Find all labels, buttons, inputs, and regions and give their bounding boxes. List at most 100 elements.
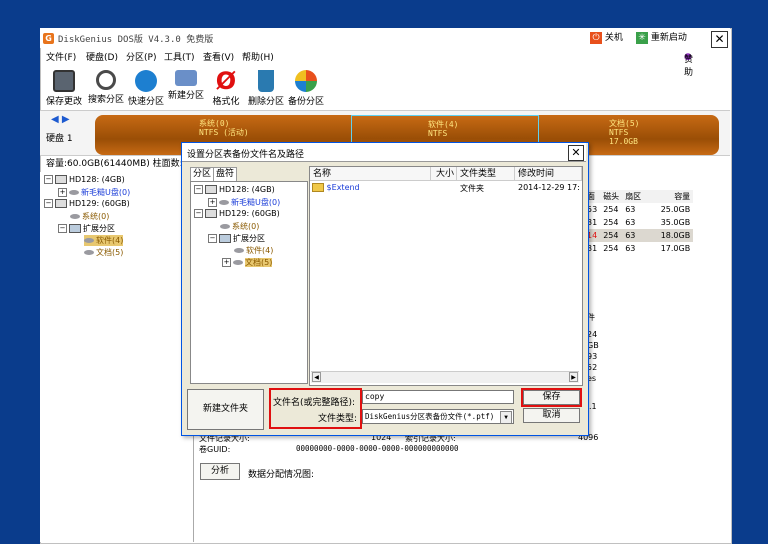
table-row[interactable]: 53 254 63 25.0GB	[584, 203, 693, 216]
segment-system-fs: NTFS (活动)	[199, 128, 249, 137]
col-modified[interactable]: 修改时间	[515, 167, 582, 181]
dtree-item-documents[interactable]: + 文档(5)	[222, 257, 273, 268]
restart-icon: ✳	[636, 31, 648, 44]
highlight-save	[521, 388, 582, 407]
close-window-button[interactable]: ✕	[711, 31, 728, 48]
disk-label: 硬盘 1	[46, 134, 73, 144]
delete-partition-button[interactable]: 删除分区	[246, 66, 286, 107]
segment-software-fs: NTFS	[428, 129, 448, 138]
partition-icon	[84, 238, 94, 243]
backup-partition-button[interactable]: 备份分区	[286, 66, 326, 107]
dialog-close-button[interactable]: ✕	[568, 145, 584, 161]
search-partition-button[interactable]: 搜索分区	[86, 66, 126, 105]
table-row[interactable]: 31 254 63 17.0GB	[584, 242, 693, 255]
dialog-title: 设置分区表备份文件名及路径	[187, 150, 305, 160]
disk-tree: − HD128: (4GB) + 新毛糙U盘(0) − HD129: (60GB) 系…	[40, 172, 194, 542]
col-name[interactable]: 名称	[310, 167, 431, 181]
col-size[interactable]: 大小	[431, 167, 457, 181]
partition-icon	[234, 248, 244, 253]
tree-item-software[interactable]: 软件(4)	[84, 235, 124, 246]
partition-table: 面 磁头 扇区 容量 53 254 63 25.0GB 31 254 63 35.0GB 1…	[584, 190, 694, 255]
file-list: 名称 大小 文件类型 修改时间 $Extend 文件夹 2014-12-29 1…	[309, 166, 583, 386]
segment-documents-size: 17.0GB	[609, 137, 638, 146]
guid-value: 00000000-0000-0000-0000-000000000000	[296, 444, 459, 453]
cancel-button[interactable]: 取消	[523, 408, 580, 423]
shutdown-label: 关机	[604, 33, 623, 43]
format-button[interactable]: Ø 格式化	[206, 66, 246, 107]
filename-input[interactable]: copy	[362, 390, 514, 404]
extended-partition-icon	[219, 234, 231, 243]
partition-icon	[220, 224, 230, 229]
horizontal-scrollbar[interactable]: ◀ ▶	[311, 371, 579, 383]
table-row[interactable]: 14 254 63 18.0GB	[584, 229, 694, 242]
scroll-right-icon[interactable]: ▶	[569, 372, 578, 382]
tree-item-hd128[interactable]: − HD128: (4GB)	[44, 175, 125, 184]
scroll-left-icon[interactable]: ◀	[312, 372, 321, 382]
save-changes-button[interactable]: 保存更改	[44, 66, 84, 107]
dtree-item-system[interactable]: 系统(0)	[220, 221, 259, 232]
partition-icon	[84, 250, 94, 255]
trash-icon	[258, 70, 274, 92]
format-icon: Ø	[215, 67, 237, 95]
col-type[interactable]: 文件类型	[457, 167, 515, 181]
segment-documents-name: 文档(5)	[609, 119, 640, 128]
tab-drive-letter[interactable]: 盘符	[213, 167, 238, 181]
menu-bar: 文件(F) 硬盘(D) 分区(P) 工具(T) 查看(V) 帮助(H) ● 赞助	[40, 48, 730, 78]
tab-partition[interactable]: 分区	[190, 167, 215, 181]
menu-view[interactable]: 查看(V)	[203, 50, 234, 63]
app-logo-icon: G	[43, 33, 54, 44]
menu-disk[interactable]: 硬盘(D)	[86, 50, 118, 63]
segment-system-name: 系统(0)	[199, 119, 230, 128]
menu-help[interactable]: 帮助(H)	[242, 50, 274, 63]
table-row[interactable]: 31 254 63 35.0GB	[584, 216, 693, 229]
partition-icon	[69, 190, 79, 195]
new-partition-button[interactable]: 新建分区	[166, 66, 206, 101]
extended-partition-icon	[69, 224, 81, 233]
shutdown-button[interactable]: ⏻ 关机	[590, 31, 623, 46]
dtree-item-hd128[interactable]: − HD128: (4GB)	[194, 185, 275, 194]
partition-icon	[70, 214, 80, 219]
menu-partition[interactable]: 分区(P)	[126, 50, 156, 63]
format-label: 格式化	[212, 97, 240, 107]
power-icon: ⏻	[590, 31, 602, 44]
dtree-item-extended[interactable]: − 扩展分区	[208, 233, 265, 244]
tree-item-extended[interactable]: − 扩展分区	[58, 223, 115, 234]
tree-item-usb[interactable]: + 新毛糙U盘(0)	[58, 187, 130, 198]
new-partition-label: 新建分区	[167, 91, 204, 101]
new-folder-button[interactable]: 新建文件夹	[187, 389, 264, 430]
tree-item-system[interactable]: 系统(0)	[70, 211, 109, 222]
hdd-icon	[205, 185, 217, 194]
tree-item-documents[interactable]: 文档(5)	[84, 247, 123, 258]
dialog-title-bar: 设置分区表备份文件名及路径	[182, 143, 586, 162]
allocation-map-label: 数据分配情况图:	[248, 470, 315, 480]
detail-fragment: .1	[589, 402, 597, 411]
backup-icon	[295, 70, 317, 92]
disk-nav-arrows[interactable]: ◀ ▶	[51, 114, 70, 125]
quick-partition-button[interactable]: 快速分区	[126, 66, 166, 107]
partition-icon	[233, 260, 243, 265]
dtree-item-hd129[interactable]: − HD129: (60GB)	[194, 209, 280, 218]
partition-icon	[219, 200, 229, 205]
tree-item-hd129[interactable]: − HD129: (60GB)	[44, 199, 130, 208]
hdd-icon	[55, 199, 67, 208]
menu-file[interactable]: 文件(F)	[46, 50, 76, 63]
segment-documents-fs: NTFS	[609, 128, 629, 137]
analyze-button[interactable]: 分析	[200, 463, 240, 480]
dtree-item-usb[interactable]: + 新毛糙U盘(0)	[208, 197, 280, 208]
col-head: 容量	[674, 192, 691, 201]
dtree-item-software[interactable]: 软件(4)	[234, 245, 273, 256]
restart-label: 重新启动	[650, 33, 687, 43]
restart-button[interactable]: ✳ 重新启动	[636, 31, 687, 46]
highlight-labels	[269, 388, 362, 429]
folder-icon	[312, 183, 324, 192]
backup-partition-label: 备份分区	[287, 97, 324, 107]
filetype-select[interactable]: DiskGenius分区表备份文件(*.ptf) ▼	[362, 409, 514, 424]
col-head: 磁头	[603, 192, 620, 201]
guid-label: 卷GUID:	[199, 445, 231, 454]
dialog-partition-tree: − HD128: (4GB) + 新毛糙U盘(0) − HD129: (60GB) 系…	[190, 181, 308, 384]
hdd-icon	[55, 175, 67, 184]
col-head: 扇区	[625, 192, 642, 201]
segment-software-name: 软件(4)	[428, 120, 459, 129]
menu-tools[interactable]: 工具(T)	[164, 50, 195, 63]
list-item[interactable]: $Extend	[312, 183, 360, 192]
